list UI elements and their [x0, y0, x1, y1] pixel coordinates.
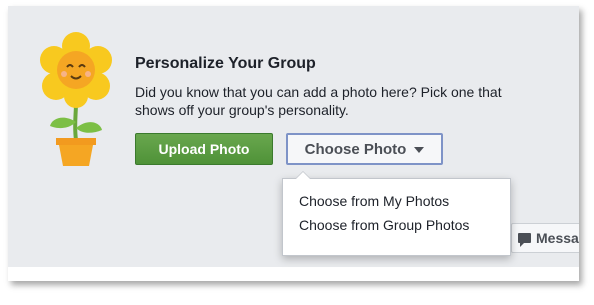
choose-photo-button[interactable]: Choose Photo	[286, 133, 443, 165]
flower-pot-icon	[40, 32, 112, 166]
message-button[interactable]: Messa	[511, 223, 579, 253]
message-icon	[518, 233, 531, 247]
page-title: Personalize Your Group	[135, 55, 316, 72]
menu-item-my-photos[interactable]: Choose from My Photos	[283, 189, 510, 213]
menu-item-group-photos[interactable]: Choose from Group Photos	[283, 213, 510, 237]
description-text: Did you know that you can add a photo he…	[135, 84, 502, 118]
chevron-down-icon	[414, 147, 425, 153]
choose-photo-label: Choose Photo	[304, 140, 407, 158]
upload-photo-button[interactable]: Upload Photo	[135, 133, 273, 165]
upload-photo-label: Upload Photo	[158, 141, 250, 157]
message-label: Messa	[536, 230, 579, 246]
choose-photo-dropdown: Choose from My Photos Choose from Group …	[282, 171, 511, 256]
